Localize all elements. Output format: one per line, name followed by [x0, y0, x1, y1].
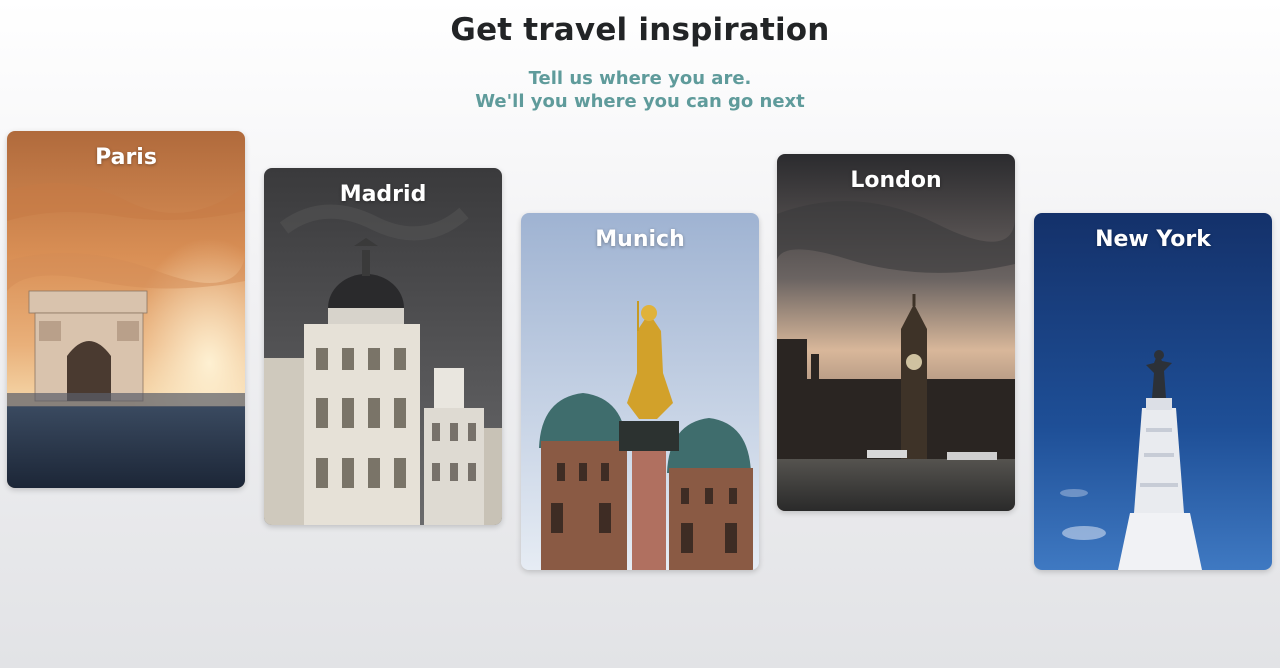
london-image: [777, 154, 1015, 511]
card-title-london: London: [850, 168, 942, 193]
card-title-madrid: Madrid: [339, 182, 427, 207]
destination-card-new-york[interactable]: New York: [1034, 213, 1272, 570]
page-title: Get travel inspiration: [450, 12, 830, 48]
subtitle-line-2: We'll you where you can go next: [475, 91, 805, 112]
new-york-image: [1034, 213, 1272, 570]
page-subtitle: Tell us where you are. We'll you where y…: [0, 67, 1280, 113]
card-title-new-york: New York: [1095, 227, 1211, 252]
card-title-paris: Paris: [95, 145, 157, 170]
paris-image: [7, 131, 245, 488]
destination-card-london[interactable]: London: [777, 154, 1015, 511]
madrid-image: [264, 168, 502, 525]
munich-image: [521, 213, 759, 570]
card-title-munich: Munich: [595, 227, 685, 252]
destination-card-madrid[interactable]: Madrid: [264, 168, 502, 525]
destination-card-paris[interactable]: Paris: [7, 131, 245, 488]
subtitle-line-1: Tell us where you are.: [528, 68, 752, 89]
destination-card-munich[interactable]: Munich: [521, 213, 759, 570]
